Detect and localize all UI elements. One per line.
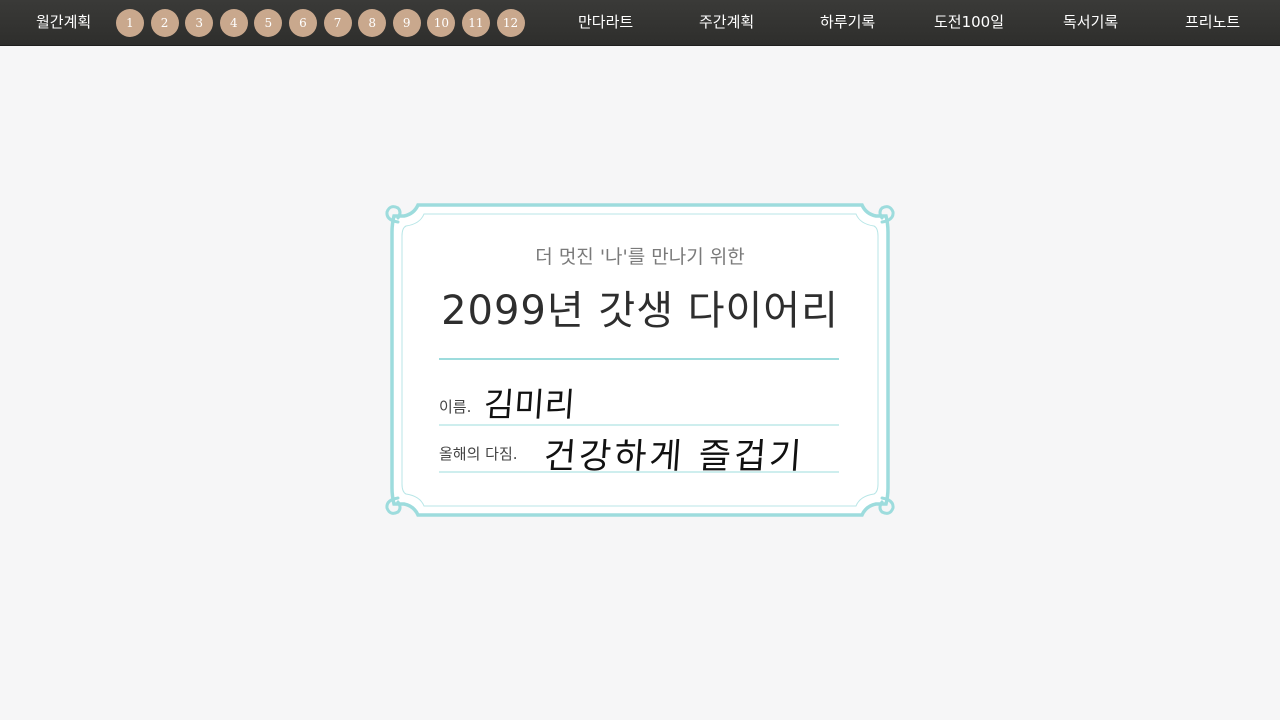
month-button-1[interactable]: 1 <box>116 9 144 37</box>
nav-free-note[interactable]: 프리노트 <box>1185 0 1240 46</box>
month-button-11[interactable]: 11 <box>461 9 490 37</box>
month-button-5[interactable]: 5 <box>254 9 283 37</box>
cover-subtitle: 더 멋진 '나'를 만나기 위한 <box>535 246 745 268</box>
month-selector: 1 2 3 4 5 6 7 8 9 10 11 12 <box>116 9 531 37</box>
nav-reading-record[interactable]: 독서기록 <box>1063 0 1118 46</box>
nav-challenge-100-days[interactable]: 도전100일 <box>934 0 1004 46</box>
name-value[interactable]: 김미리 <box>482 378 576 426</box>
month-button-3[interactable]: 3 <box>185 9 214 37</box>
resolution-value[interactable]: 건강하게 즐겁기 <box>542 428 806 479</box>
cover-title: 2099년 갓생 다이어리 <box>441 288 839 334</box>
month-button-12[interactable]: 12 <box>496 9 525 37</box>
nav-weekly-plan[interactable]: 주간계획 <box>699 0 754 46</box>
month-button-10[interactable]: 10 <box>427 9 456 37</box>
month-button-9[interactable]: 9 <box>392 9 421 37</box>
name-label: 이름. <box>439 398 472 416</box>
month-button-8[interactable]: 8 <box>358 9 387 37</box>
nav-monthly-plan[interactable]: 월간계획 <box>36 0 91 46</box>
diary-cover-card: 더 멋진 '나'를 만나기 위한 2099년 갓생 다이어리 이름. 김미리 올… <box>382 202 898 518</box>
nav-mandalart[interactable]: 만다라트 <box>578 0 633 46</box>
top-navigation-bar: 월간계획 1 2 3 4 5 6 7 8 9 10 11 12 만다라트 주간계… <box>0 0 1280 46</box>
month-button-7[interactable]: 7 <box>323 9 352 37</box>
month-button-2[interactable]: 2 <box>150 9 179 37</box>
nav-daily-record[interactable]: 하루기록 <box>820 0 875 46</box>
month-button-4[interactable]: 4 <box>219 9 248 37</box>
resolution-label: 올해의 다짐. <box>439 445 518 463</box>
month-button-6[interactable]: 6 <box>288 9 317 37</box>
